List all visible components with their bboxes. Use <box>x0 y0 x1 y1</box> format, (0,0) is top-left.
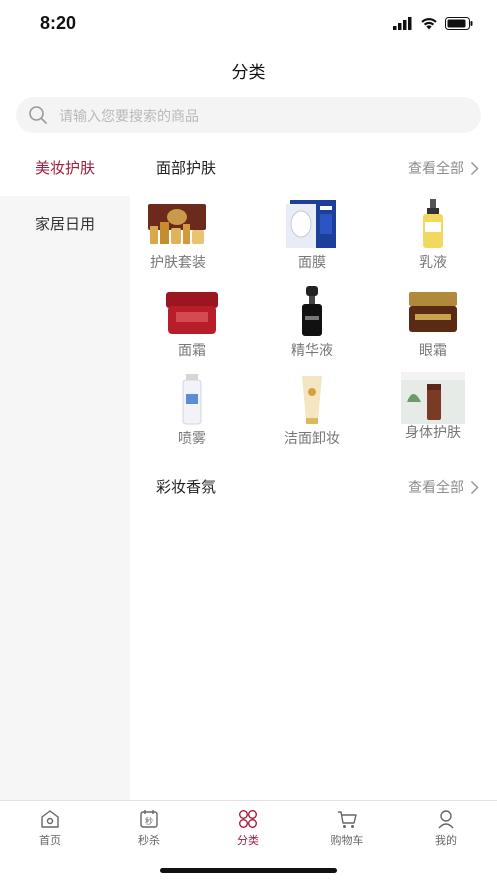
sidebar-item-beauty[interactable]: 美妆护肤 <box>0 140 130 196</box>
tab-label: 购物车 <box>330 834 364 847</box>
home-icon <box>41 810 59 828</box>
category-item-label: 眼霜 <box>419 343 447 359</box>
eye-cream-thumbnail <box>409 292 457 332</box>
tab-flash-sale[interactable]: 秒 秒杀 <box>109 808 189 848</box>
lotion-bottle-thumbnail <box>423 199 443 248</box>
category-item[interactable]: 护肤套装 <box>123 198 233 278</box>
category-item[interactable]: 面霜 <box>137 286 247 366</box>
category-item-label: 洁面卸妆 <box>284 431 340 447</box>
section-title: 彩妆香氛 <box>156 478 217 496</box>
category-item[interactable]: 喷雾 <box>137 374 247 454</box>
see-all-label: 查看全部 <box>408 480 464 496</box>
category-item-label: 身体护肤 <box>405 425 461 441</box>
category-item[interactable]: 精华液 <box>257 286 367 366</box>
section-title: 面部护肤 <box>156 159 217 177</box>
cream-jar-thumbnail <box>166 292 218 334</box>
category-item-label: 精华液 <box>291 343 333 359</box>
category-item-label: 乳液 <box>419 255 447 271</box>
face-mask-thumbnail <box>286 200 336 248</box>
see-all-link[interactable]: 查看全部 <box>408 158 479 178</box>
search-icon <box>29 106 47 124</box>
signal-icon <box>393 16 412 30</box>
chevron-right-icon <box>470 480 479 494</box>
category-item-label: 护肤套装 <box>150 255 206 271</box>
body-care-thumbnail <box>401 372 465 424</box>
svg-text:秒: 秒 <box>145 816 153 826</box>
tab-home[interactable]: 首页 <box>10 808 90 848</box>
chevron-right-icon <box>470 161 479 175</box>
tab-label: 秒杀 <box>138 834 160 847</box>
wifi-icon <box>421 17 437 29</box>
category-icon <box>239 810 257 828</box>
profile-icon <box>438 810 454 829</box>
search-input[interactable]: 请输入您要搜索的商品 <box>16 97 481 133</box>
category-sidebar: 美妆护肤 家居日用 <box>0 140 130 800</box>
see-all-link[interactable]: 查看全部 <box>408 477 479 497</box>
sidebar-item-label: 家居日用 <box>34 215 95 233</box>
page-title: 分类 <box>231 63 266 83</box>
status-icons <box>393 15 473 31</box>
tab-profile[interactable]: 我的 <box>406 808 486 848</box>
cart-icon <box>338 811 357 828</box>
battery-icon <box>445 16 473 30</box>
tab-label: 我的 <box>435 834 457 847</box>
sidebar-item-label: 美妆护肤 <box>34 159 95 177</box>
category-item[interactable]: 洁面卸妆 <box>257 374 367 454</box>
sidebar-item-home-goods[interactable]: 家居日用 <box>0 196 130 252</box>
tab-label: 分类 <box>237 834 259 847</box>
category-item[interactable]: 眼霜 <box>378 286 488 366</box>
tab-category[interactable]: 分类 <box>208 808 288 848</box>
status-bar: 8:20 <box>0 0 497 46</box>
category-item-label: 面霜 <box>178 343 206 359</box>
search-placeholder: 请输入您要搜索的商品 <box>59 109 199 125</box>
status-time: 8:20 <box>40 13 77 33</box>
flash-sale-icon: 秒 <box>140 810 158 828</box>
cleanser-tube-thumbnail <box>302 376 322 424</box>
tab-cart[interactable]: 购物车 <box>307 808 387 848</box>
gift-set-thumbnail <box>148 204 206 244</box>
serum-bottle-thumbnail <box>302 286 322 336</box>
category-item-label: 面膜 <box>298 255 326 271</box>
category-item[interactable]: 乳液 <box>378 198 488 278</box>
category-item-label: 喷雾 <box>178 431 206 447</box>
spray-bottle-thumbnail <box>182 374 202 425</box>
see-all-label: 查看全部 <box>408 161 464 177</box>
tab-label: 首页 <box>39 834 61 847</box>
category-item[interactable]: 面膜 <box>257 198 367 278</box>
category-item[interactable]: 身体护肤 <box>378 368 488 448</box>
home-indicator <box>160 868 337 873</box>
